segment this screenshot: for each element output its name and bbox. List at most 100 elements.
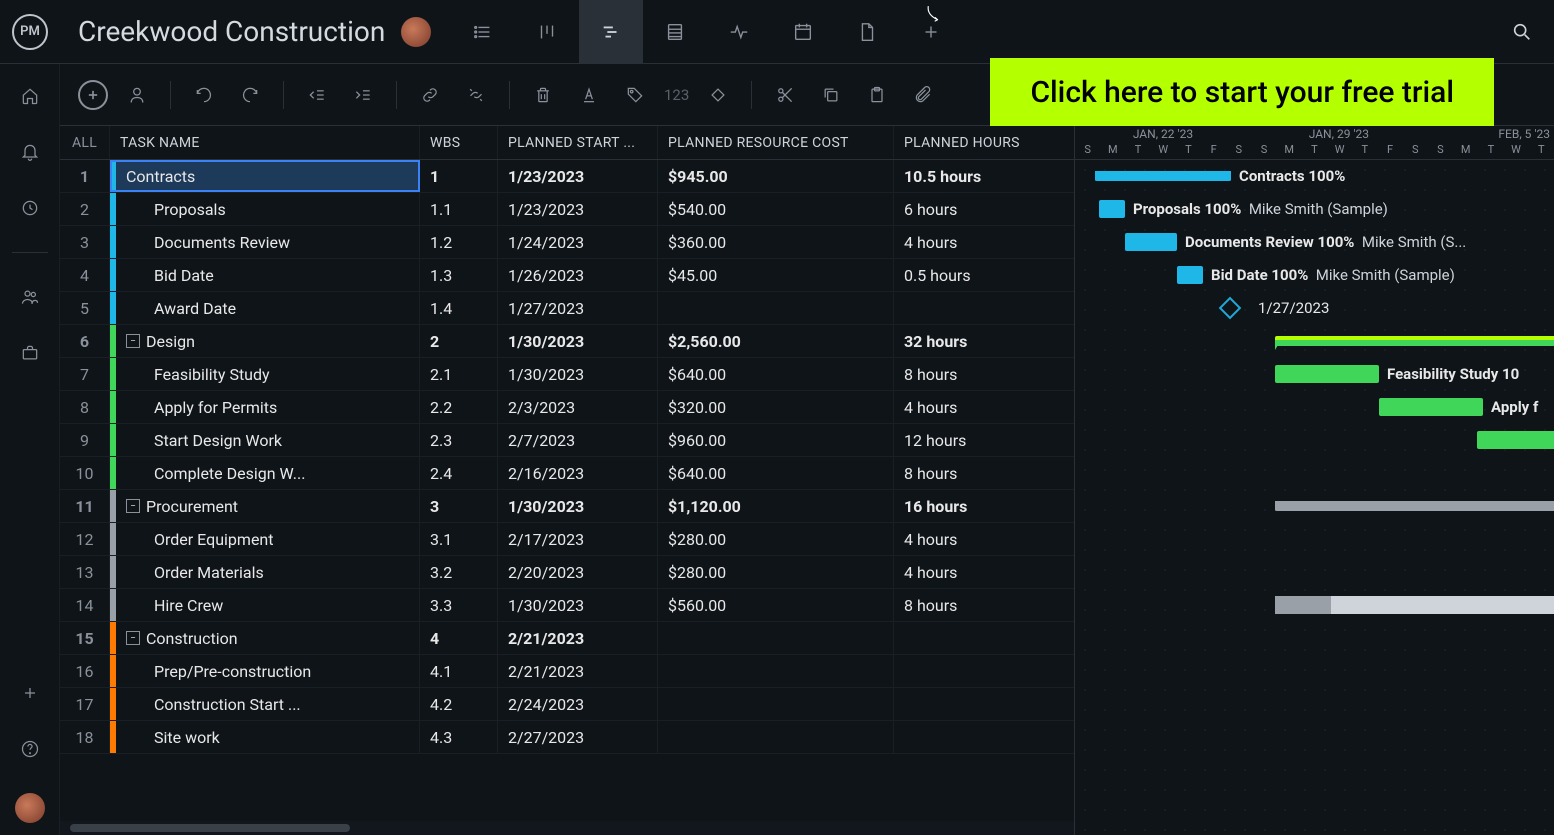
search-icon[interactable] bbox=[1490, 0, 1554, 64]
project-title[interactable]: Creekwood Construction bbox=[78, 15, 385, 48]
milestone-icon[interactable] bbox=[701, 78, 735, 112]
view-add-icon[interactable] bbox=[899, 0, 963, 64]
cell-cost[interactable] bbox=[658, 688, 894, 720]
gantt-bar[interactable]: Bid Date 100% Mike Smith (Sample) bbox=[1177, 266, 1203, 284]
cell-hours[interactable]: 0.5 hours bbox=[894, 259, 1055, 291]
gantt-chart[interactable]: JAN, 22 '23JAN, 29 '23FEB, 5 '23 SMTWTFS… bbox=[1075, 126, 1554, 835]
cell-wbs[interactable]: 1 bbox=[420, 160, 498, 192]
row-number[interactable]: 9 bbox=[60, 424, 110, 456]
table-row[interactable]: 4Bid Date1.31/26/2023$45.000.5 hours bbox=[60, 259, 1074, 292]
table-row[interactable]: 12Order Equipment3.12/17/2023$280.004 ho… bbox=[60, 523, 1074, 556]
cell-hours[interactable]: 16 hours bbox=[894, 490, 1055, 522]
cell-cost[interactable]: $360.00 bbox=[658, 226, 894, 258]
cell-hours[interactable]: 8 hours bbox=[894, 358, 1055, 390]
col-header-name[interactable]: TASK NAME bbox=[110, 126, 420, 159]
table-row[interactable]: 17Construction Start ...4.22/24/2023 bbox=[60, 688, 1074, 721]
cell-start[interactable]: 1/30/2023 bbox=[498, 325, 658, 357]
cell-hours[interactable] bbox=[894, 292, 1055, 324]
table-row[interactable]: 3Documents Review1.21/24/2023$360.004 ho… bbox=[60, 226, 1074, 259]
table-row[interactable]: 1Contracts11/23/2023$945.0010.5 hours bbox=[60, 160, 1074, 193]
gantt-bar[interactable]: Apply f bbox=[1379, 398, 1483, 416]
cell-start[interactable]: 1/30/2023 bbox=[498, 490, 658, 522]
cell-wbs[interactable]: 2 bbox=[420, 325, 498, 357]
task-name-cell[interactable]: Order Materials bbox=[110, 556, 420, 588]
cell-start[interactable]: 2/20/2023 bbox=[498, 556, 658, 588]
table-row[interactable]: 10Complete Design W...2.42/16/2023$640.0… bbox=[60, 457, 1074, 490]
task-name-cell[interactable]: Complete Design W... bbox=[110, 457, 420, 489]
row-number[interactable]: 10 bbox=[60, 457, 110, 489]
cell-cost[interactable]: $280.00 bbox=[658, 556, 894, 588]
cut-icon[interactable] bbox=[768, 78, 802, 112]
row-number[interactable]: 7 bbox=[60, 358, 110, 390]
cell-start[interactable]: 2/24/2023 bbox=[498, 688, 658, 720]
view-activity-icon[interactable] bbox=[707, 0, 771, 64]
cell-wbs[interactable]: 4.2 bbox=[420, 688, 498, 720]
cell-start[interactable]: 2/7/2023 bbox=[498, 424, 658, 456]
task-name-cell[interactable]: Bid Date bbox=[110, 259, 420, 291]
cell-cost[interactable]: $560.00 bbox=[658, 589, 894, 621]
cell-start[interactable]: 2/17/2023 bbox=[498, 523, 658, 555]
collapse-toggle-icon[interactable]: − bbox=[126, 631, 140, 645]
cell-hours[interactable]: 4 hours bbox=[894, 391, 1055, 423]
row-number[interactable]: 6 bbox=[60, 325, 110, 357]
cell-wbs[interactable]: 2.4 bbox=[420, 457, 498, 489]
cell-start[interactable]: 1/23/2023 bbox=[498, 160, 658, 192]
cell-start[interactable]: 1/30/2023 bbox=[498, 358, 658, 390]
cell-cost[interactable] bbox=[658, 721, 894, 753]
view-board-icon[interactable] bbox=[515, 0, 579, 64]
row-number[interactable]: 4 bbox=[60, 259, 110, 291]
user-avatar[interactable] bbox=[15, 793, 45, 823]
table-row[interactable]: 15−Construction42/21/2023 bbox=[60, 622, 1074, 655]
cell-hours[interactable]: 32 hours bbox=[894, 325, 1055, 357]
task-name-cell[interactable]: Documents Review bbox=[110, 226, 420, 258]
cell-cost[interactable]: $640.00 bbox=[658, 358, 894, 390]
cell-start[interactable]: 2/27/2023 bbox=[498, 721, 658, 753]
cell-hours[interactable]: 4 hours bbox=[894, 556, 1055, 588]
task-name-cell[interactable]: Site work bbox=[110, 721, 420, 753]
cell-cost[interactable] bbox=[658, 292, 894, 324]
col-header-all[interactable]: ALL bbox=[60, 126, 110, 159]
cell-start[interactable]: 2/3/2023 bbox=[498, 391, 658, 423]
gantt-row[interactable] bbox=[1075, 490, 1554, 523]
gantt-bar[interactable]: Contracts 100% bbox=[1095, 171, 1231, 181]
cell-start[interactable]: 2/21/2023 bbox=[498, 655, 658, 687]
table-row[interactable]: 6−Design21/30/2023$2,560.0032 hours bbox=[60, 325, 1074, 358]
cell-wbs[interactable]: 3.3 bbox=[420, 589, 498, 621]
gantt-bar[interactable]: Feasibility Study 10 bbox=[1275, 365, 1379, 383]
cell-wbs[interactable]: 2.2 bbox=[420, 391, 498, 423]
cell-cost[interactable]: $640.00 bbox=[658, 457, 894, 489]
gantt-bar[interactable] bbox=[1477, 431, 1554, 449]
cell-hours[interactable]: 12 hours bbox=[894, 424, 1055, 456]
gantt-row[interactable] bbox=[1075, 457, 1554, 490]
people-icon[interactable] bbox=[18, 285, 42, 309]
cell-cost[interactable]: $280.00 bbox=[658, 523, 894, 555]
cell-wbs[interactable]: 2.3 bbox=[420, 424, 498, 456]
redo-icon[interactable] bbox=[233, 78, 267, 112]
col-header-hours[interactable]: PLANNED HOURS bbox=[894, 126, 1055, 159]
cell-cost[interactable]: $1,120.00 bbox=[658, 490, 894, 522]
col-header-start[interactable]: PLANNED START ... bbox=[498, 126, 658, 159]
cell-wbs[interactable]: 3.1 bbox=[420, 523, 498, 555]
task-name-cell[interactable]: Hire Crew bbox=[110, 589, 420, 621]
cell-start[interactable]: 1/23/2023 bbox=[498, 193, 658, 225]
add-person-icon[interactable] bbox=[120, 78, 154, 112]
help-icon[interactable] bbox=[18, 737, 42, 761]
gantt-row[interactable]: 1/27/2023 bbox=[1075, 292, 1554, 325]
view-list-icon[interactable] bbox=[451, 0, 515, 64]
cell-cost[interactable]: $960.00 bbox=[658, 424, 894, 456]
gantt-row[interactable]: Bid Date 100% Mike Smith (Sample) bbox=[1075, 259, 1554, 292]
cell-start[interactable]: 1/27/2023 bbox=[498, 292, 658, 324]
row-number[interactable]: 3 bbox=[60, 226, 110, 258]
link-icon[interactable] bbox=[413, 78, 447, 112]
briefcase-icon[interactable] bbox=[18, 341, 42, 365]
row-number[interactable]: 17 bbox=[60, 688, 110, 720]
table-row[interactable]: 7Feasibility Study2.11/30/2023$640.008 h… bbox=[60, 358, 1074, 391]
text-color-icon[interactable] bbox=[572, 78, 606, 112]
cell-start[interactable]: 1/26/2023 bbox=[498, 259, 658, 291]
bell-icon[interactable] bbox=[18, 140, 42, 164]
cell-cost[interactable]: $45.00 bbox=[658, 259, 894, 291]
row-number[interactable]: 15 bbox=[60, 622, 110, 654]
gantt-row[interactable] bbox=[1075, 721, 1554, 754]
task-name-cell[interactable]: Apply for Permits bbox=[110, 391, 420, 423]
horizontal-scrollbar[interactable] bbox=[60, 821, 1074, 835]
